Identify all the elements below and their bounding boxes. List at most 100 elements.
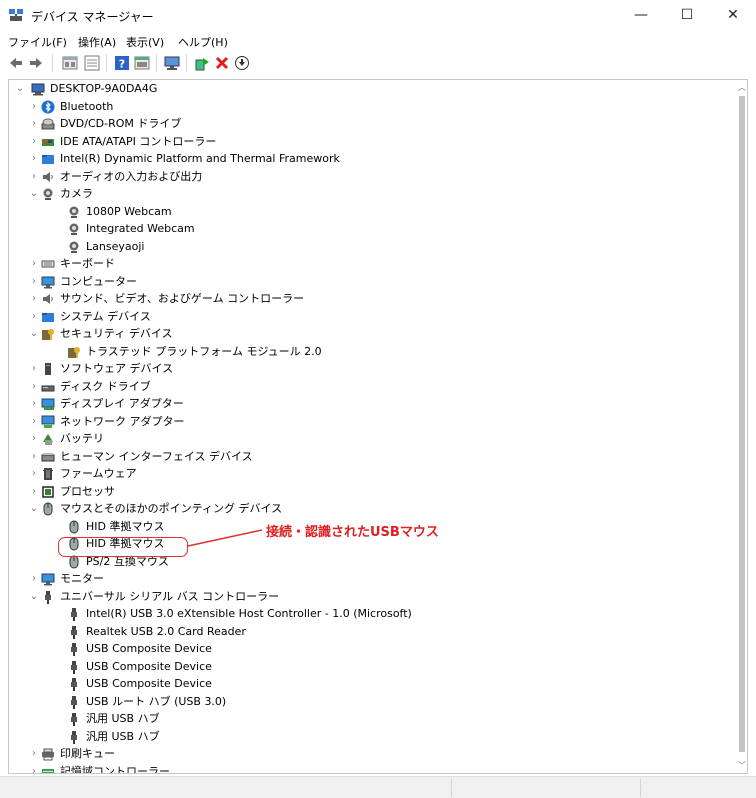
chevron-right-icon[interactable]: › [29,255,39,273]
tree-category[interactable]: › キーボード [9,255,739,273]
mouse-icon [69,520,79,533]
battery-icon [43,434,53,445]
tree-device[interactable]: トラステッド プラットフォーム モジュール 2.0 [9,343,739,361]
close-button[interactable]: ✕ [710,0,756,30]
update-driver-icon[interactable] [194,55,210,71]
chevron-right-icon[interactable]: › [29,395,39,413]
back-icon[interactable] [8,55,24,71]
disk-icon [41,385,55,391]
folder-icon [42,312,54,322]
tree-item-label: IDE ATA/ATAPI コントローラー [60,134,217,148]
tree-device[interactable]: USB Composite Device [9,640,739,658]
chevron-right-icon[interactable]: › [29,448,39,466]
chevron-right-icon[interactable]: › [29,378,39,396]
tree-category[interactable]: › ソフトウェア デバイス [9,360,739,378]
vertical-scrollbar[interactable]: ︿ ﹀ [737,80,747,773]
tree-category[interactable]: › プロセッサ [9,483,739,501]
chevron-right-icon[interactable]: › [29,308,39,326]
tree-device[interactable]: Intel(R) USB 3.0 eXtensible Host Control… [9,605,739,623]
minimize-button[interactable]: — [618,0,664,30]
chevron-right-icon[interactable]: › [29,360,39,378]
chevron-right-icon[interactable]: › [29,98,39,116]
tree-item-label: コンピューター [60,274,137,288]
tree-category[interactable]: › 印刷キュー [9,745,739,763]
tree-device[interactable]: USB Composite Device [9,658,739,676]
help-icon[interactable]: ? [114,55,130,71]
tree-category[interactable]: › DVD/CD-ROM ドライブ [9,115,739,133]
camera-icon [69,223,79,235]
view-icon[interactable] [84,55,100,71]
tree-category[interactable]: › Intel(R) Dynamic Platform and Thermal F… [9,150,739,168]
scroll-up-icon[interactable]: ︿ [737,82,747,94]
chevron-right-icon[interactable]: › [29,168,39,186]
tree-category[interactable]: ⌄ マウスとそのほかのポインティング デバイス [9,500,739,518]
menu-action[interactable]: 操作(A) [78,34,116,50]
uninstall-icon[interactable] [214,55,230,71]
tree-category[interactable]: › コンピューター [9,273,739,291]
monitor-scan-icon[interactable] [164,55,180,71]
tree-category[interactable]: › モニター [9,570,739,588]
chevron-down-icon[interactable]: ⌄ [29,185,39,203]
menu-help[interactable]: ヘルプ(H) [178,34,228,50]
menu-view[interactable]: 表示(V) [126,34,164,50]
chevron-right-icon[interactable]: › [29,290,39,308]
view2-icon[interactable] [134,55,150,71]
menu-file[interactable]: ファイル(F) [8,34,67,50]
mouse-icon [69,555,79,568]
forward-icon[interactable] [28,55,44,71]
tree-category[interactable]: › ディスプレイ アダプター [9,395,739,413]
chevron-right-icon[interactable]: › [29,430,39,448]
device-tree[interactable]: ⌄ DESKTOP-9A0DA4G › Bluetooth › DVD/CD-ROM ドラ… [8,79,748,774]
chevron-right-icon[interactable]: › [29,273,39,291]
tree-category[interactable]: › オーディオの入力および出力 [9,168,739,186]
tree-category[interactable]: › ディスク ドライブ [9,378,739,396]
tree-item-label: カメラ [60,187,93,200]
tree-device[interactable]: 1080P Webcam [9,203,739,221]
chevron-right-icon[interactable]: › [29,115,39,133]
tree-device[interactable]: Realtek USB 2.0 Card Reader [9,623,739,641]
tree-category[interactable]: › IDE ATA/ATAPI コントローラー [9,133,739,151]
download-icon[interactable] [234,55,250,71]
tree-item-label: Intel(R) Dynamic Platform and Thermal Fr… [60,152,340,165]
chevron-down-icon[interactable]: ⌄ [29,588,39,606]
tree-category[interactable]: › ファームウェア [9,465,739,483]
tree-category[interactable]: › ヒューマン インターフェイス デバイス [9,448,739,466]
tree-category[interactable]: › ネットワーク アダプター [9,413,739,431]
chevron-down-icon[interactable]: ⌄ [29,325,39,343]
tree-category[interactable]: › サウンド、ビデオ、およびゲーム コントローラー [9,290,739,308]
properties-icon[interactable] [62,55,78,71]
chevron-right-icon[interactable]: › [29,763,39,774]
chevron-down-icon[interactable]: ⌄ [15,80,25,98]
maximize-button[interactable]: ☐ [664,0,710,30]
chevron-right-icon[interactable]: › [29,465,39,483]
chevron-right-icon[interactable]: › [29,133,39,151]
tree-device[interactable]: USB ルート ハブ (USB 3.0) [9,693,739,711]
dvd-icon [41,118,55,130]
tree-device[interactable]: 汎用 USB ハブ [9,728,739,746]
tree-root[interactable]: ⌄ DESKTOP-9A0DA4G [9,80,739,98]
scroll-thumb[interactable] [739,96,745,752]
chevron-right-icon[interactable]: › [29,483,39,501]
tree-item-label: トラステッド プラットフォーム モジュール 2.0 [86,344,322,358]
tree-category[interactable]: ⌄ セキュリティ デバイス [9,325,739,343]
chevron-right-icon[interactable]: › [29,745,39,763]
tree-category[interactable]: › 記憶域コントローラー [9,763,739,774]
tree-category[interactable]: ⌄ ユニバーサル シリアル バス コントローラー [9,588,739,606]
tree-device[interactable]: Lanseyaoji [9,238,739,256]
chevron-right-icon[interactable]: › [29,570,39,588]
tree-category[interactable]: › バッテリ [9,430,739,448]
tree-category[interactable]: › システム デバイス [9,308,739,326]
scroll-down-icon[interactable]: ﹀ [737,760,747,772]
folder-icon [42,155,54,164]
tree-category[interactable]: › Bluetooth [9,98,739,116]
tree-device[interactable]: USB Composite Device [9,675,739,693]
tree-device[interactable]: 汎用 USB ハブ [9,710,739,728]
security-icon [68,346,80,358]
chevron-right-icon[interactable]: › [29,150,39,168]
tree-category[interactable]: ⌄ カメラ [9,185,739,203]
tree-device[interactable]: Integrated Webcam [9,220,739,238]
chevron-right-icon[interactable]: › [29,413,39,431]
tree-device[interactable]: PS/2 互換マウス [9,553,739,571]
tree-item-label: USB ルート ハブ (USB 3.0) [86,694,227,708]
chevron-down-icon[interactable]: ⌄ [29,500,39,518]
